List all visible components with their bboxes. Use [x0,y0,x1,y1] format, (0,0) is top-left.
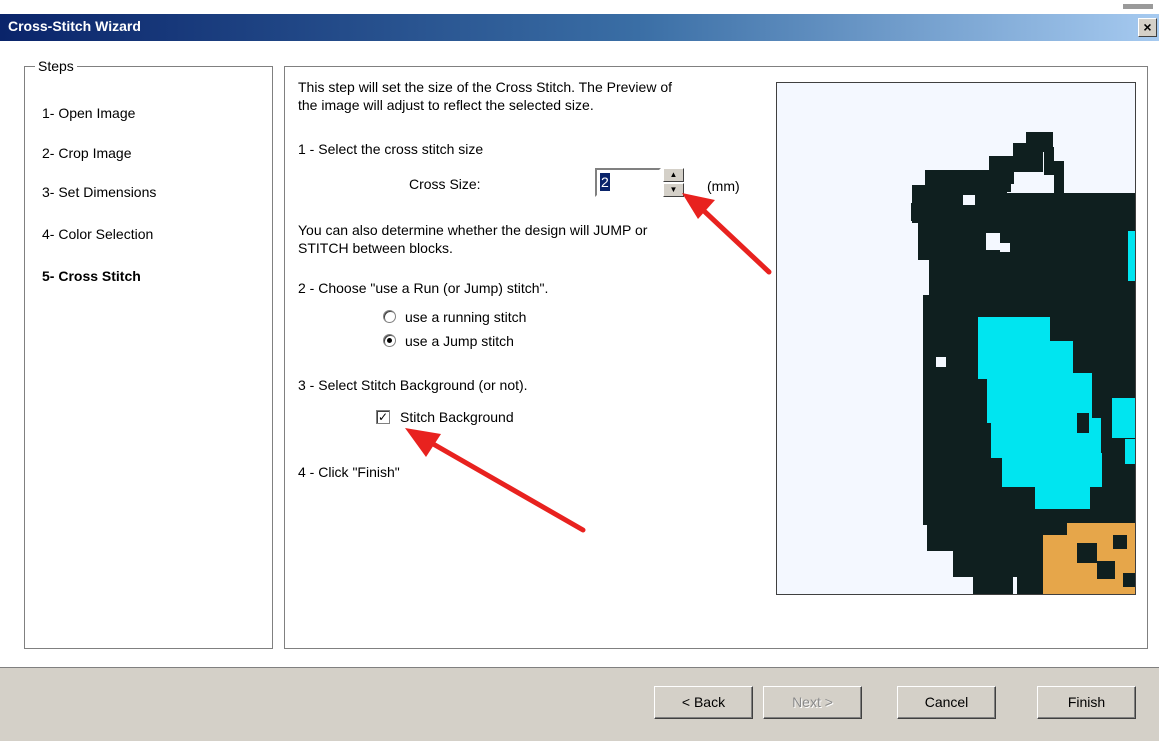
step-set-dimensions: 3- Set Dimensions [42,184,157,200]
cross-size-stepper[interactable]: ▲ ▼ [663,168,684,197]
title-bar: Cross-Stitch Wizard × [0,14,1159,41]
jump-stitch-radio[interactable] [383,334,396,347]
top-strip [0,0,1159,14]
cross-stitch-preview [776,82,1136,595]
window-title: Cross-Stitch Wizard [8,18,141,34]
spin-up-button[interactable]: ▲ [663,168,684,182]
cross-stitch-wizard-window: Cross-Stitch Wizard × Steps 1- Open Imag… [0,0,1159,746]
jump-text-line2: STITCH between blocks. [298,240,453,256]
step-crop-image: 2- Crop Image [42,145,132,161]
cross-size-unit: (mm) [707,178,740,194]
bottom-edge [0,741,1159,746]
back-button[interactable]: < Back [654,686,753,719]
step-color-selection: 4- Color Selection [42,226,154,242]
step1-label: 1 - Select the cross stitch size [298,141,484,157]
intro-text-line1: This step will set the size of the Cross… [298,79,673,95]
preview-pixel-art [911,132,1135,594]
step2-label: 2 - Choose "use a Run (or Jump) stitch". [298,280,549,296]
finish-button[interactable]: Finish [1037,686,1136,719]
stitch-background-checkbox[interactable]: ✓ [376,410,390,424]
intro-text-line2: the image will adjust to reflect the sel… [298,97,594,113]
cross-size-label: Cross Size: [409,176,481,192]
steps-group: Steps 1- Open Image 2- Crop Image 3- Set… [24,58,273,649]
cross-size-value: 2 [600,173,610,191]
steps-legend: Steps [35,58,77,74]
cross-size-input[interactable]: 2 [595,168,661,197]
close-button[interactable]: × [1138,18,1157,37]
scrollbar-fragment [1123,4,1153,9]
step-open-image: 1- Open Image [42,105,136,121]
running-stitch-radio[interactable] [383,310,396,323]
jump-text-line1: You can also determine whether the desig… [298,222,648,238]
jump-stitch-label[interactable]: use a Jump stitch [405,333,514,349]
spin-down-button[interactable]: ▼ [663,183,684,197]
cancel-button[interactable]: Cancel [897,686,996,719]
stitch-background-label[interactable]: Stitch Background [400,409,514,425]
running-stitch-label[interactable]: use a running stitch [405,309,526,325]
next-button[interactable]: Next > [763,686,862,719]
radio-selected-dot [387,338,392,343]
step-cross-stitch: 5- Cross Stitch [42,268,141,284]
step4-label: 4 - Click "Finish" [298,464,400,480]
step3-label: 3 - Select Stitch Background (or not). [298,377,528,393]
